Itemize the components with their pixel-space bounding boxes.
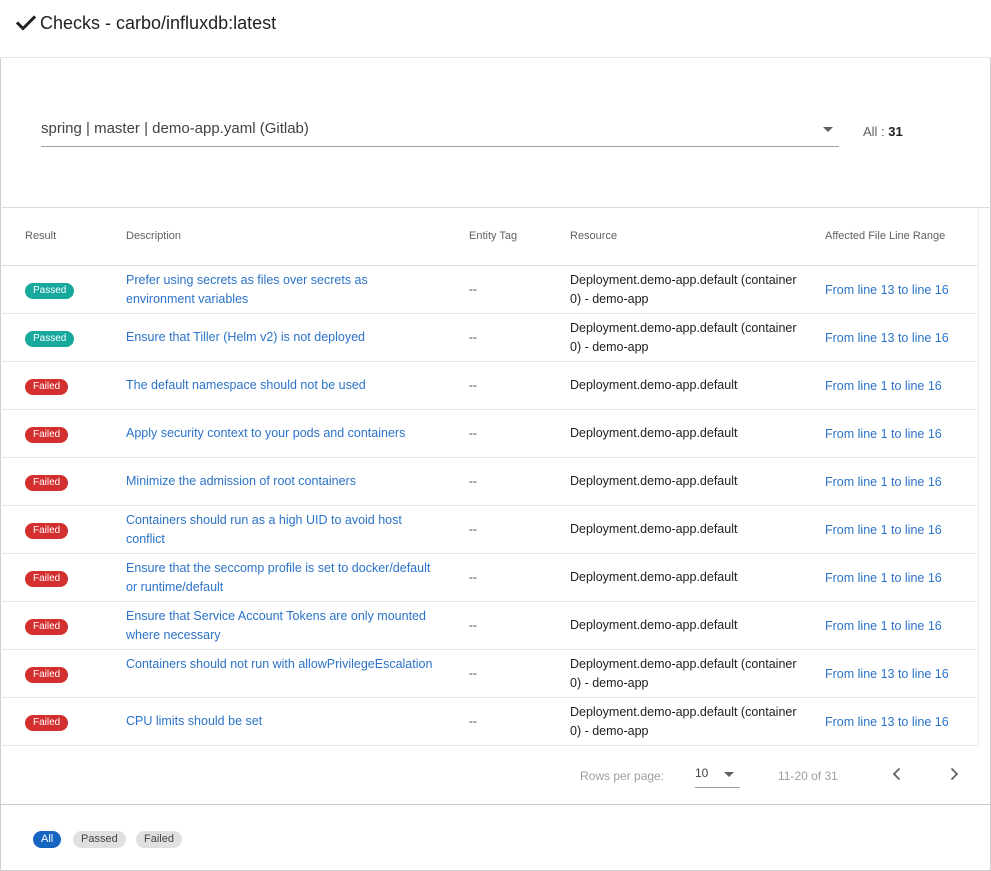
- entity-tag: --: [469, 522, 477, 536]
- previous-page-button[interactable]: [889, 766, 905, 782]
- dropdown-caret-icon[interactable]: [823, 127, 833, 132]
- table-divider: [978, 208, 979, 746]
- column-header-affected-range[interactable]: Affected File Line Range: [825, 230, 945, 242]
- check-description-link[interactable]: Prefer using secrets as files over secre…: [126, 271, 436, 309]
- line-range-link[interactable]: From line 1 to line 16: [825, 521, 942, 540]
- entity-tag: --: [469, 714, 477, 728]
- checks-table: Result Description Entity Tag Resource A…: [0, 207, 991, 805]
- chevron-left-icon[interactable]: [889, 766, 905, 782]
- source-select-value: spring | master | demo-app.yaml (Gitlab): [41, 120, 309, 137]
- entity-tag: --: [469, 282, 477, 296]
- column-header-result[interactable]: Result: [25, 230, 56, 242]
- resource: Deployment.demo-app.default (container 0…: [570, 705, 797, 738]
- resource: Deployment.demo-app.default: [570, 426, 738, 440]
- page-header: Checks - carbo/influxdb:latest: [0, 0, 991, 58]
- result-badge: Failed: [25, 379, 69, 395]
- resource: Deployment.demo-app.default (container 0…: [570, 321, 797, 354]
- table-row: Failed Containers should not run with al…: [0, 650, 977, 698]
- rows-per-page-label: Rows per page:: [580, 769, 665, 783]
- filter-chip-failed[interactable]: Failed: [136, 831, 182, 848]
- total-count-value: 31: [888, 124, 903, 139]
- table-row: Failed Containers should run as a high U…: [0, 506, 977, 554]
- table-row: Failed CPU limits should be set -- Deplo…: [0, 698, 977, 746]
- rows-per-page-select[interactable]: 10: [695, 760, 740, 788]
- chevron-right-icon[interactable]: [946, 766, 962, 782]
- table-header: Result Description Entity Tag Resource A…: [0, 208, 977, 266]
- result-badge: Failed: [25, 427, 69, 443]
- column-header-entity-tag[interactable]: Entity Tag: [469, 230, 517, 242]
- check-description-link[interactable]: Ensure that Tiller (Helm v2) is not depl…: [126, 328, 436, 347]
- page-range-info: 11-20 of 31: [778, 769, 838, 783]
- total-count-label: All :: [863, 124, 889, 139]
- entity-tag: --: [469, 570, 477, 584]
- check-description-link[interactable]: The default namespace should not be used: [126, 376, 436, 395]
- line-range-link[interactable]: From line 13 to line 16: [825, 329, 949, 348]
- next-page-button[interactable]: [946, 766, 962, 782]
- result-badge: Failed: [25, 619, 69, 635]
- check-description-link[interactable]: Containers should run as a high UID to a…: [126, 511, 436, 549]
- filter-chip-all[interactable]: All: [33, 831, 62, 848]
- resource: Deployment.demo-app.default: [570, 378, 738, 392]
- line-range-link[interactable]: From line 13 to line 16: [825, 713, 949, 732]
- line-range-link[interactable]: From line 1 to line 16: [825, 473, 942, 492]
- resource: Deployment.demo-app.default: [570, 618, 738, 632]
- dropdown-caret-icon[interactable]: [724, 772, 734, 777]
- source-select[interactable]: spring | master | demo-app.yaml (Gitlab): [41, 113, 839, 147]
- check-description-link[interactable]: Ensure that Service Account Tokens are o…: [126, 607, 436, 645]
- column-header-resource[interactable]: Resource: [570, 230, 617, 242]
- table-row: Passed Prefer using secrets as files ove…: [0, 266, 977, 314]
- line-range-link[interactable]: From line 13 to line 16: [825, 281, 949, 300]
- result-badge: Failed: [25, 523, 69, 539]
- table-row: Failed The default namespace should not …: [0, 362, 977, 410]
- checkmark-icon: [16, 15, 36, 31]
- table-pagination: Rows per page: 10 11-20 of 31: [0, 746, 977, 806]
- result-badge: Failed: [25, 715, 69, 731]
- filter-chip-passed[interactable]: Passed: [73, 831, 126, 848]
- result-badge: Failed: [25, 571, 69, 587]
- resource: Deployment.demo-app.default (container 0…: [570, 273, 797, 306]
- total-count: All : 31: [863, 124, 903, 139]
- resource: Deployment.demo-app.default: [570, 474, 738, 488]
- line-range-link[interactable]: From line 1 to line 16: [825, 425, 942, 444]
- line-range-link[interactable]: From line 1 to line 16: [825, 569, 942, 588]
- line-range-link[interactable]: From line 13 to line 16: [825, 665, 949, 684]
- entity-tag: --: [469, 378, 477, 392]
- entity-tag: --: [469, 666, 477, 680]
- line-range-link[interactable]: From line 1 to line 16: [825, 617, 942, 636]
- check-description-link[interactable]: Apply security context to your pods and …: [126, 424, 436, 443]
- check-description-link[interactable]: Minimize the admission of root container…: [126, 472, 436, 491]
- table-row: Failed Minimize the admission of root co…: [0, 458, 977, 506]
- table-row: Failed Ensure that the seccomp profile i…: [0, 554, 977, 602]
- resource: Deployment.demo-app.default (container 0…: [570, 657, 797, 690]
- rows-per-page-value: 10: [695, 766, 709, 780]
- entity-tag: --: [469, 426, 477, 440]
- check-description-link[interactable]: CPU limits should be set: [126, 712, 436, 731]
- line-range-link[interactable]: From line 1 to line 16: [825, 377, 942, 396]
- page-title: Checks - carbo/influxdb:latest: [40, 13, 277, 33]
- check-description-link[interactable]: Containers should not run with allowPriv…: [126, 655, 436, 674]
- resource: Deployment.demo-app.default: [570, 522, 738, 536]
- entity-tag: --: [469, 618, 477, 632]
- table-row: Failed Ensure that Service Account Token…: [0, 602, 977, 650]
- result-badge: Failed: [25, 475, 69, 491]
- entity-tag: --: [469, 330, 477, 344]
- check-description-link[interactable]: Ensure that the seccomp profile is set t…: [126, 559, 436, 597]
- resource: Deployment.demo-app.default: [570, 570, 738, 584]
- result-badge: Passed: [25, 283, 75, 299]
- result-badge: Failed: [25, 667, 69, 683]
- table-row: Passed Ensure that Tiller (Helm v2) is n…: [0, 314, 977, 362]
- result-badge: Passed: [25, 331, 75, 347]
- entity-tag: --: [469, 474, 477, 488]
- column-header-description[interactable]: Description: [126, 230, 181, 242]
- table-row: Failed Apply security context to your po…: [0, 410, 977, 458]
